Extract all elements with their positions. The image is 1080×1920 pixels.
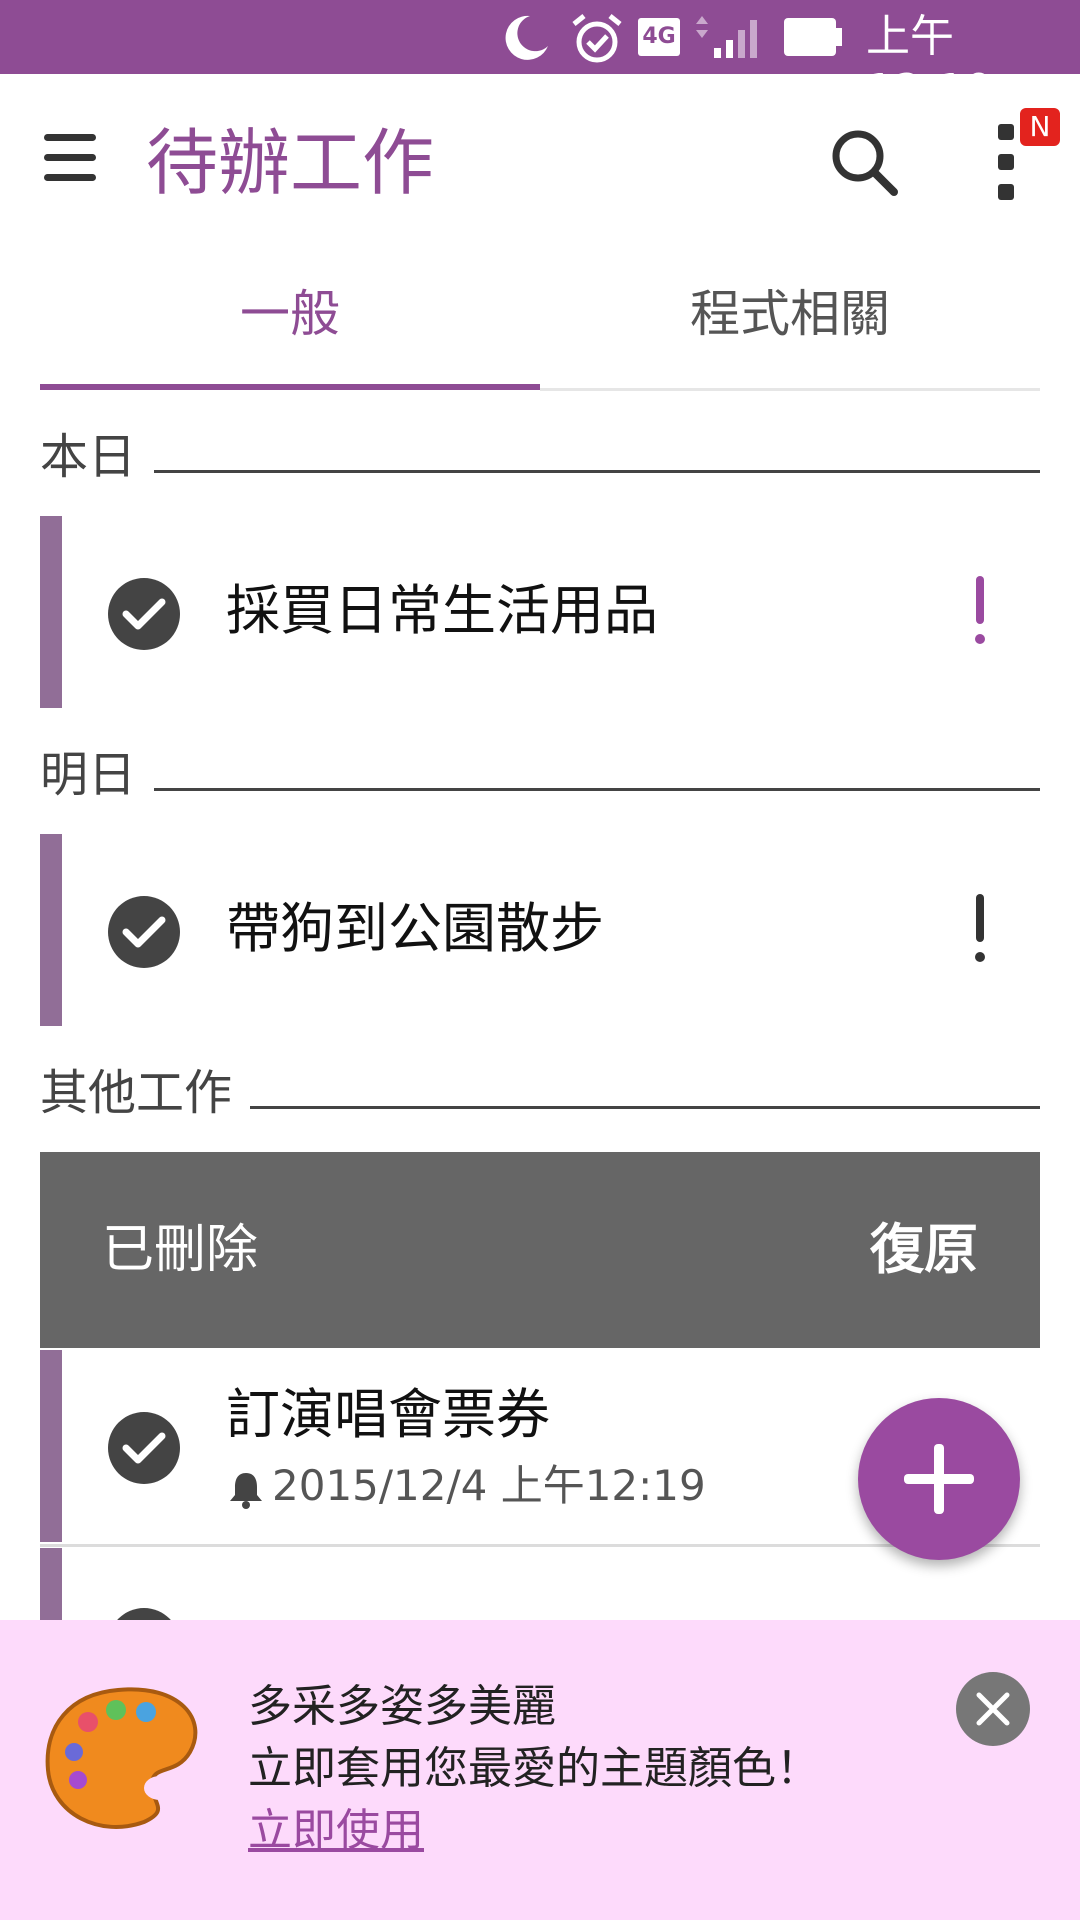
task-title: 採買日常生活用品 xyxy=(226,579,658,642)
new-badge: N xyxy=(1020,108,1060,146)
task-row[interactable]: 採買日常生活用品 xyxy=(40,516,1040,708)
section-header-today: 本日 xyxy=(40,422,1040,492)
task-row-partial[interactable] xyxy=(40,1548,1040,1620)
task-row[interactable]: 帶狗到公園散步 xyxy=(40,834,1040,1026)
close-icon xyxy=(976,1692,1010,1726)
section-header-other: 其他工作 xyxy=(40,1058,1040,1128)
task-check-icon[interactable] xyxy=(108,896,180,968)
hamburger-menu-icon[interactable] xyxy=(44,134,96,186)
banner-title: 多采多姿多美麗 xyxy=(248,1681,556,1732)
task-title: 訂演唱會票券 xyxy=(226,1383,550,1446)
task-reminder: 2015/12/4 上午12:19 xyxy=(226,1456,706,1516)
tab-app-related[interactable]: 程式相關 xyxy=(540,244,1040,386)
bell-icon xyxy=(230,1472,262,1509)
battery-icon xyxy=(784,18,842,56)
tab-divider xyxy=(540,388,1040,391)
banner-subtitle: 立即套用您最愛的主題顏色！ xyxy=(248,1743,820,1794)
palette-icon xyxy=(45,1687,198,1829)
tab-general[interactable]: 一般 xyxy=(40,244,540,386)
page-title: 待辦工作 xyxy=(146,121,435,205)
section-header-tomorrow: 明日 xyxy=(40,740,1040,810)
section-label-today: 本日 xyxy=(40,422,155,492)
deleted-message: 已刪除 xyxy=(102,1220,259,1280)
task-color-bar xyxy=(40,1350,62,1542)
task-title: 帶狗到公園散步 xyxy=(226,897,604,960)
task-color-bar xyxy=(40,516,62,708)
task-color-bar xyxy=(40,834,62,1026)
section-label-tomorrow: 明日 xyxy=(40,740,155,810)
overflow-menu-icon[interactable] xyxy=(998,124,1018,214)
signal-icon xyxy=(696,16,757,58)
task-check-icon[interactable] xyxy=(108,1608,180,1620)
tab-indicator xyxy=(40,384,540,390)
priority-high-icon xyxy=(974,894,986,970)
reminder-time: 2015/12/4 上午12:19 xyxy=(272,1461,706,1510)
priority-high-icon xyxy=(974,576,986,652)
task-color-bar xyxy=(40,1548,62,1620)
status-bar: 4G 上午12:10 xyxy=(0,0,1080,116)
row-divider xyxy=(40,1544,1040,1547)
alarm-icon xyxy=(572,14,622,63)
theme-promo-banner: 多采多姿多美麗 立即套用您最愛的主題顏色！ 立即使用 xyxy=(0,1620,1080,1920)
section-rule xyxy=(40,470,1040,473)
network-type-badge: 4G xyxy=(638,18,680,56)
apply-theme-link[interactable]: 立即使用 xyxy=(248,1800,424,1862)
tab-bar: 一般 程式相關 xyxy=(40,244,1040,392)
task-check-icon[interactable] xyxy=(108,1412,180,1484)
deleted-snackbar: 已刪除 復原 xyxy=(40,1152,1040,1348)
add-task-button[interactable] xyxy=(858,1398,1020,1560)
task-check-icon[interactable] xyxy=(108,578,180,650)
undo-button[interactable]: 復原 xyxy=(870,1212,978,1288)
close-banner-button[interactable] xyxy=(956,1672,1030,1746)
section-label-other: 其他工作 xyxy=(40,1058,251,1128)
moon-icon xyxy=(505,15,548,60)
app-bar: 待辦工作 N xyxy=(0,74,1080,244)
section-rule xyxy=(40,788,1040,791)
plus-icon xyxy=(904,1444,974,1514)
search-icon[interactable] xyxy=(828,126,900,198)
